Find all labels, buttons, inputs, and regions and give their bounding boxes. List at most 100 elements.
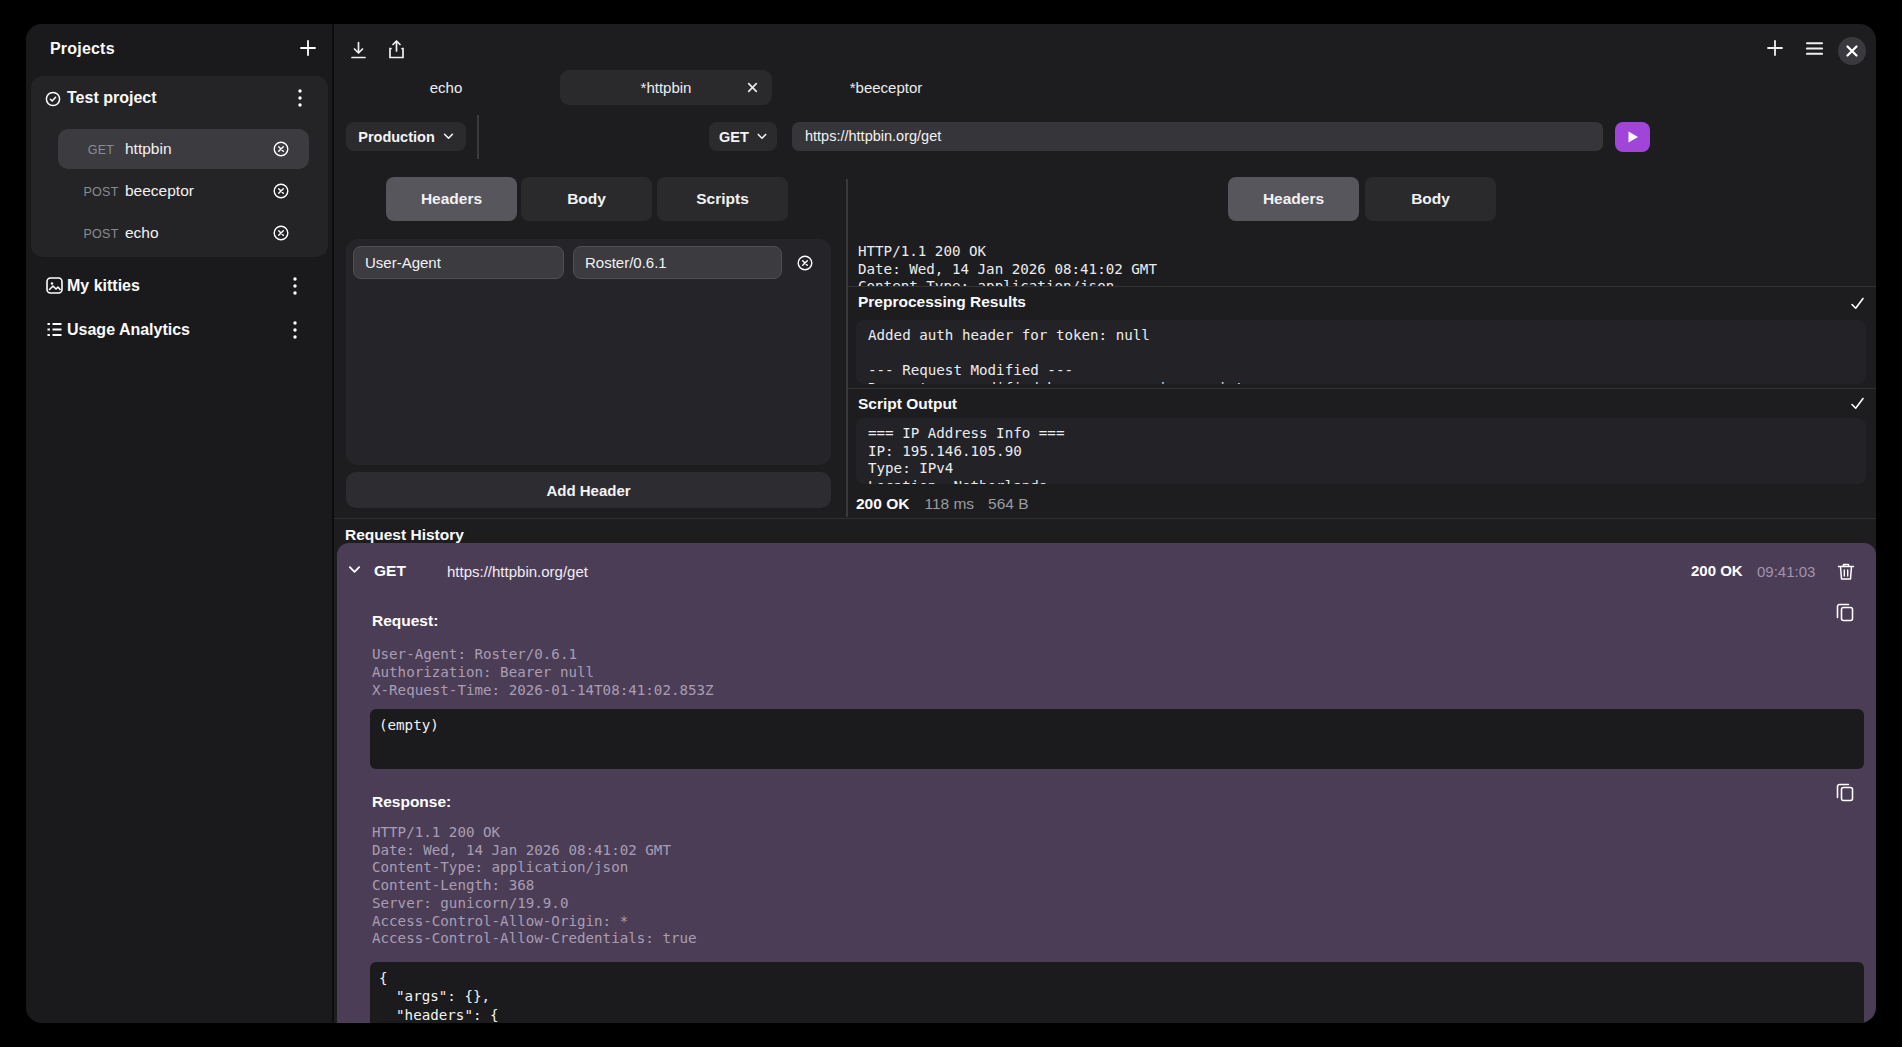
- response-body-text: { "args": {}, "headers": {: [379, 969, 499, 1023]
- request-name: echo: [125, 224, 159, 242]
- check-circle-icon: [45, 91, 61, 107]
- request-tab-headers[interactable]: Headers: [386, 177, 517, 221]
- check-icon: [1850, 296, 1865, 311]
- project-menu-button[interactable]: [291, 85, 309, 111]
- history-request-body: (empty): [370, 709, 1864, 769]
- history-response-body: { "args": {}, "headers": {: [370, 962, 1864, 1023]
- status-code: 200 OK: [856, 495, 909, 512]
- history-status: 200 OK: [1691, 562, 1743, 579]
- trash-icon[interactable]: [1837, 562, 1855, 581]
- sidebar-request-echo[interactable]: POST echo: [58, 213, 309, 253]
- history-method: GET: [374, 562, 406, 580]
- method-label: GET: [719, 129, 749, 145]
- delete-request-icon[interactable]: [273, 141, 289, 157]
- tab-label: *httpbin: [641, 79, 692, 96]
- request-tab-scripts[interactable]: Scripts: [657, 177, 788, 221]
- response-tab-headers[interactable]: Headers: [1228, 177, 1359, 221]
- history-divider: [334, 518, 1876, 519]
- import-button[interactable]: [349, 40, 368, 60]
- script-output-text: === IP Address Info === IP: 195.146.105.…: [868, 425, 1064, 484]
- add-header-button[interactable]: Add Header: [346, 472, 831, 508]
- close-window-button[interactable]: [1838, 37, 1866, 65]
- section-divider: [846, 286, 1876, 287]
- delete-request-icon[interactable]: [273, 183, 289, 199]
- projects-title: Projects: [50, 40, 115, 58]
- delete-request-icon[interactable]: [273, 225, 289, 241]
- url-input[interactable]: https://httpbin.org/get: [792, 122, 1603, 151]
- headers-editor-panel: User-Agent Roster/0.6.1: [346, 239, 831, 465]
- history-response-headers: HTTP/1.1 200 OK Date: Wed, 14 Jan 2026 0…: [372, 824, 697, 948]
- copy-icon[interactable]: [1835, 601, 1855, 623]
- my-kitties-menu-button[interactable]: [286, 273, 304, 299]
- plus-icon: [298, 38, 318, 58]
- request-method-badge: GET: [80, 143, 122, 157]
- image-icon: [46, 277, 63, 294]
- method-select[interactable]: GET: [709, 122, 777, 151]
- environment-select[interactable]: Production: [346, 122, 466, 151]
- close-icon: [1838, 37, 1866, 65]
- chevron-down-icon[interactable]: [348, 563, 361, 576]
- chevron-down-icon: [443, 133, 454, 140]
- chevron-down-icon: [757, 133, 767, 140]
- tab-label: Scripts: [696, 190, 749, 208]
- request-bar-divider: [477, 115, 479, 159]
- request-section-label: Request:: [372, 612, 438, 630]
- response-headers-text: HTTP/1.1 200 OK Date: Wed, 14 Jan 2026 0…: [858, 243, 1157, 286]
- close-tab-icon[interactable]: [747, 82, 758, 93]
- response-section-label: Response:: [372, 793, 451, 811]
- project-name[interactable]: Test project: [67, 89, 157, 107]
- preprocessing-output[interactable]: Added auth header for token: null --- Re…: [856, 320, 1866, 384]
- script-output-title: Script Output: [858, 395, 957, 413]
- check-icon: [1850, 396, 1865, 411]
- response-status-row: 200 OK 118 ms 564 B: [856, 495, 1043, 513]
- main-area: echo *httpbin *beeceptor Production GET …: [334, 24, 1876, 1023]
- tab-beeceptor[interactable]: *beeceptor: [776, 70, 996, 105]
- tab-echo[interactable]: echo: [336, 70, 556, 105]
- preprocessing-text: Added auth header for token: null --- Re…: [868, 327, 1244, 384]
- request-name: beeceptor: [125, 182, 194, 200]
- history-entry: GET https://httpbin.org/get 200 OK 09:41…: [337, 543, 1876, 1023]
- history-time: 09:41:03: [1757, 563, 1815, 580]
- tab-label: echo: [430, 79, 463, 96]
- script-output-box[interactable]: === IP Address Info === IP: 195.146.105.…: [856, 418, 1866, 484]
- send-request-button[interactable]: [1615, 122, 1650, 152]
- export-share-button[interactable]: [387, 38, 406, 60]
- play-icon: [1627, 130, 1639, 144]
- usage-analytics-menu-button[interactable]: [286, 317, 304, 343]
- history-request-headers: User-Agent: Roster/0.6.1 Authorization: …: [372, 645, 714, 700]
- menu-button[interactable]: [1806, 42, 1823, 55]
- environment-label: Production: [358, 129, 435, 145]
- list-icon: [46, 321, 63, 338]
- request-method-badge: POST: [80, 227, 122, 241]
- sidebar-request-httpbin[interactable]: GET httpbin: [58, 129, 309, 169]
- status-size: 564 B: [988, 495, 1029, 512]
- tab-label: Headers: [421, 190, 482, 208]
- request-method-badge: POST: [80, 185, 122, 199]
- add-project-button[interactable]: [298, 38, 318, 58]
- tab-label: Headers: [1263, 190, 1324, 208]
- section-divider: [846, 388, 1876, 389]
- history-url: https://httpbin.org/get: [447, 563, 588, 580]
- response-headers-view[interactable]: HTTP/1.1 200 OK Date: Wed, 14 Jan 2026 0…: [846, 230, 1866, 286]
- header-value-input[interactable]: Roster/0.6.1: [573, 246, 782, 279]
- status-time: 118 ms: [924, 495, 974, 512]
- sidebar: Projects Test project GET httpbin POST b…: [26, 24, 332, 1023]
- project-group: Test project GET httpbin POST beeceptor …: [31, 76, 328, 257]
- tab-label: Body: [567, 190, 606, 208]
- request-body-text: (empty): [379, 716, 439, 734]
- request-tab-body[interactable]: Body: [521, 177, 652, 221]
- sidebar-item-label: My kitties: [67, 277, 140, 295]
- sidebar-item-label: Usage Analytics: [67, 321, 190, 339]
- new-tab-button[interactable]: [1766, 39, 1784, 57]
- app-window: Projects Test project GET httpbin POST b…: [26, 24, 1876, 1023]
- remove-header-icon[interactable]: [797, 255, 813, 271]
- preprocessing-title: Preprocessing Results: [858, 293, 1026, 311]
- sidebar-request-beeceptor[interactable]: POST beeceptor: [58, 171, 309, 211]
- history-title: Request History: [345, 526, 464, 544]
- tab-label: *beeceptor: [850, 79, 923, 96]
- copy-icon[interactable]: [1835, 781, 1855, 803]
- tab-httpbin[interactable]: *httpbin: [560, 70, 772, 105]
- response-tab-body[interactable]: Body: [1365, 177, 1496, 221]
- request-name: httpbin: [125, 140, 172, 158]
- header-key-input[interactable]: User-Agent: [353, 246, 564, 279]
